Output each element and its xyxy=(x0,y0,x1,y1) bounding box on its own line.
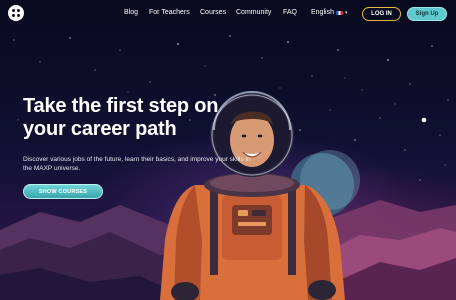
top-nav: Blog For Teachers Courses Community FAQ … xyxy=(0,0,456,30)
signup-button[interactable]: Sign Up xyxy=(407,7,447,21)
logo-icon[interactable] xyxy=(8,5,24,21)
nav-link-blog[interactable]: Blog xyxy=(124,9,138,16)
hero-subtext: Discover various jobs of the future, lea… xyxy=(23,156,251,172)
nav-link-courses[interactable]: Courses xyxy=(200,9,226,16)
show-courses-button[interactable]: SHOW COURSES xyxy=(23,184,103,199)
hero-section: Blog For Teachers Courses Community FAQ … xyxy=(0,0,456,300)
nav-link-community[interactable]: Community xyxy=(236,9,271,16)
language-selector[interactable]: English ▾ xyxy=(311,9,347,16)
nav-link-for-teachers[interactable]: For Teachers xyxy=(149,9,190,16)
chevron-down-icon: ▾ xyxy=(344,9,348,16)
uk-flag-icon xyxy=(335,10,343,15)
nav-link-faq[interactable]: FAQ xyxy=(283,9,297,16)
language-label: English xyxy=(311,9,334,16)
hero-headline: Take the first step on your career path xyxy=(23,95,219,140)
login-button[interactable]: LOG IN xyxy=(362,7,401,21)
mountain-landscape xyxy=(0,200,456,300)
